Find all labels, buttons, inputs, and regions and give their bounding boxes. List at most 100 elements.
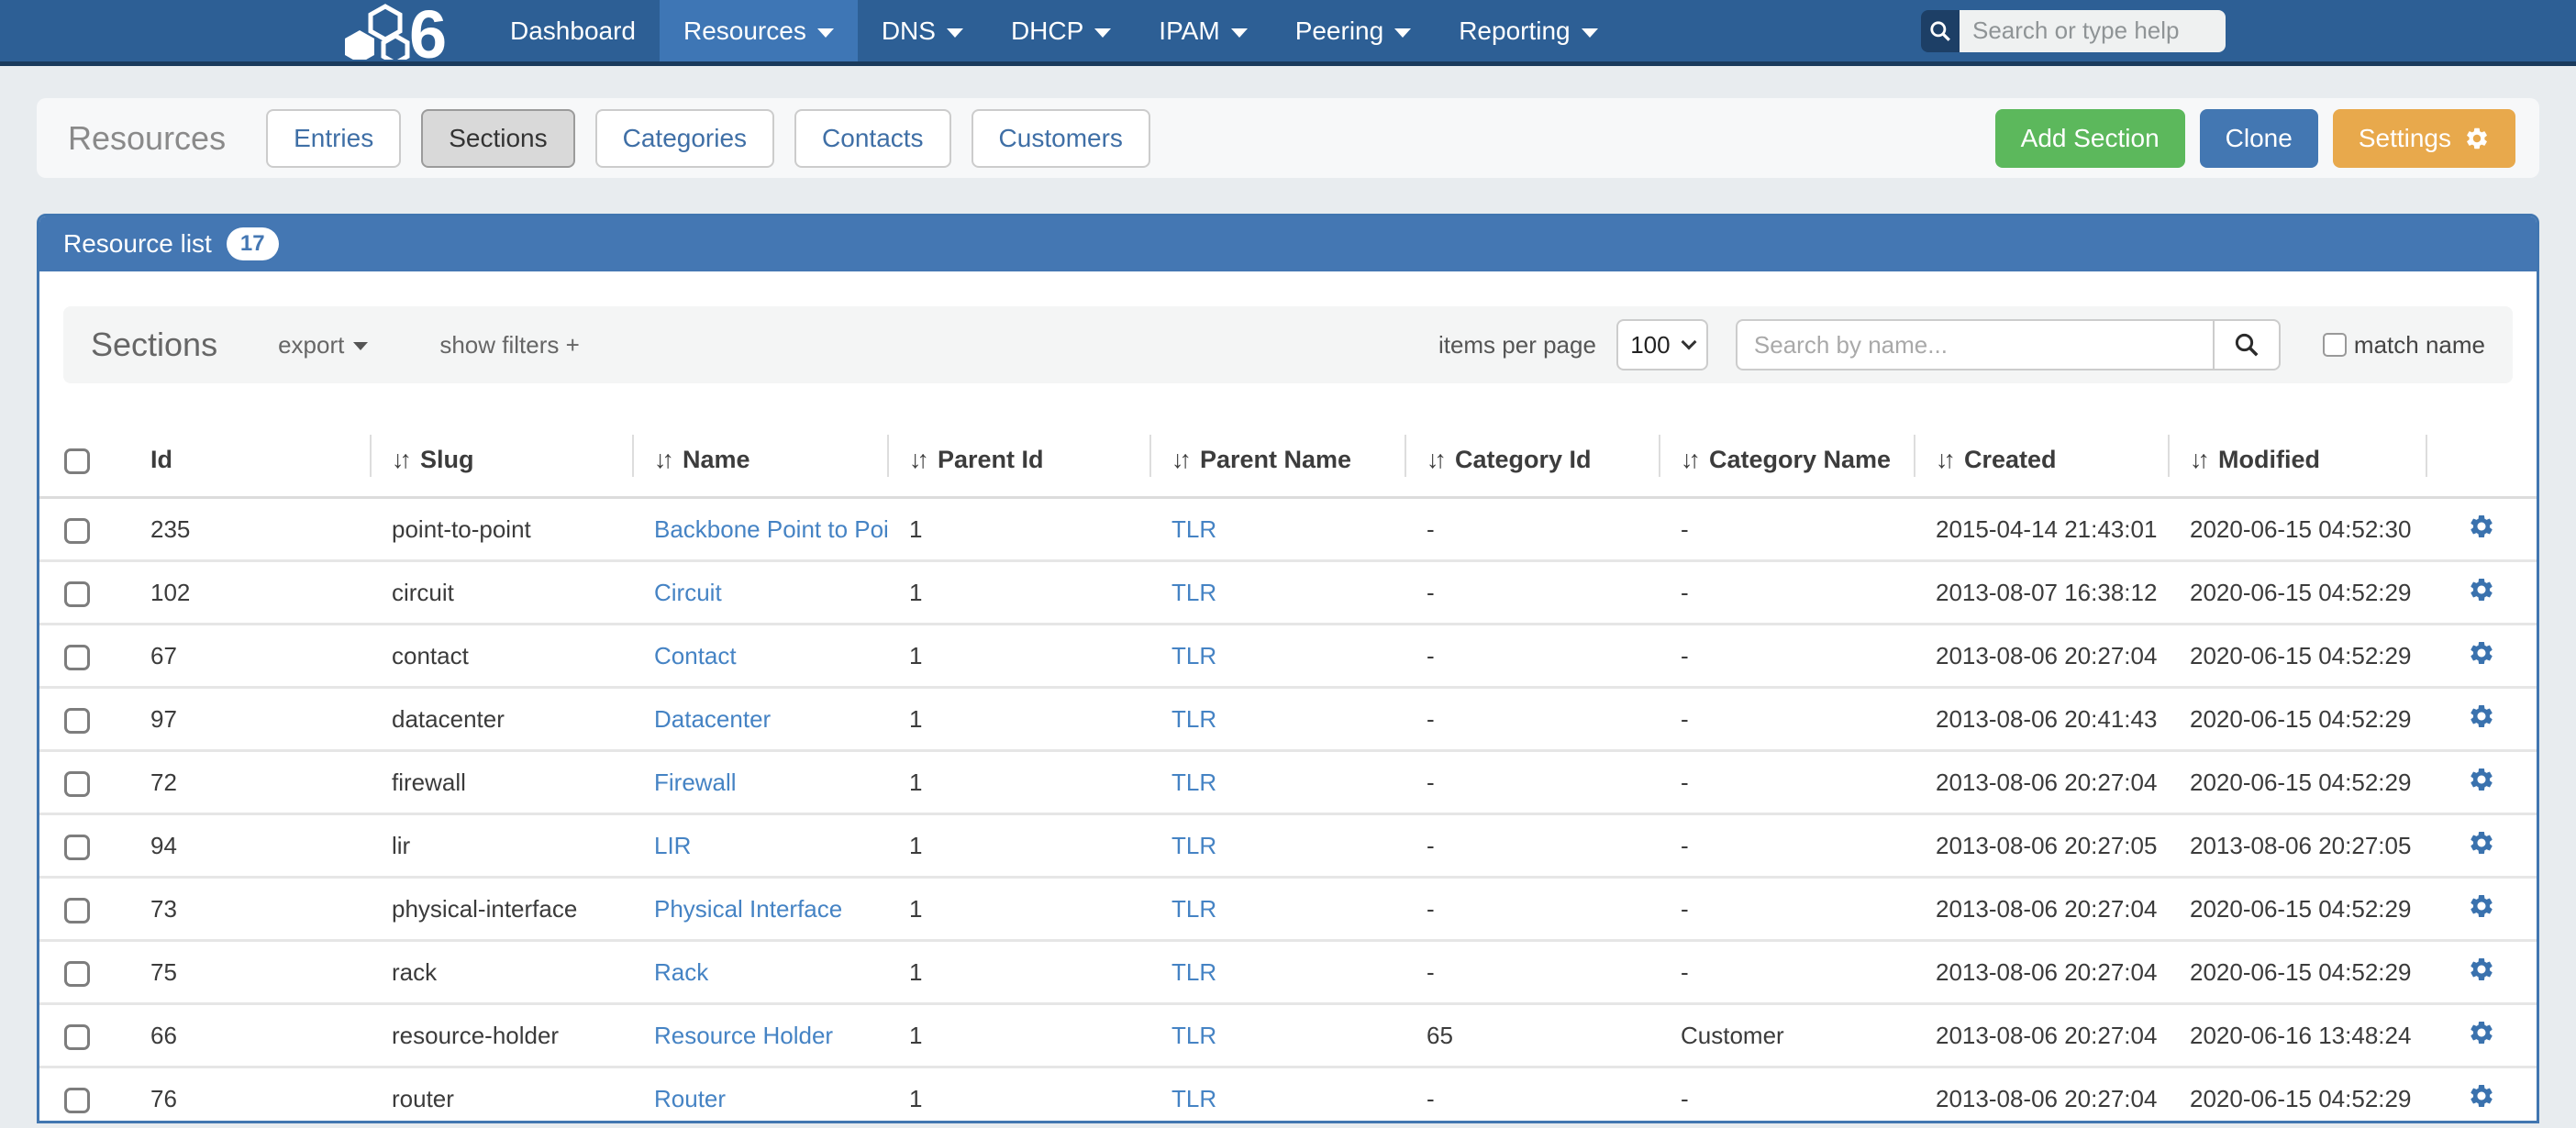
tab-customers[interactable]: Customers [972, 109, 1150, 168]
sort-icon: ↓↑ [1171, 446, 1187, 473]
nav-item-resources[interactable]: Resources [660, 0, 858, 61]
cell-slug: circuit [370, 561, 632, 625]
export-dropdown[interactable]: export [278, 331, 368, 359]
nav-item-label: Reporting [1459, 17, 1570, 46]
items-per-page-select[interactable]: 100 [1616, 319, 1708, 370]
cell-category-id: - [1405, 941, 1659, 1004]
global-search-input[interactable] [1960, 10, 2226, 52]
parent-link[interactable]: TLR [1171, 705, 1216, 733]
row-checkbox[interactable] [64, 708, 90, 734]
chevron-down-icon [1231, 28, 1248, 38]
add-section-button[interactable]: Add Section [1995, 109, 2185, 168]
tab-categories[interactable]: Categories [595, 109, 774, 168]
column-header-id: Id [128, 427, 370, 498]
column-header-category-id[interactable]: ↓↑Category Id [1405, 427, 1659, 498]
column-header-name[interactable]: ↓↑Name [632, 427, 887, 498]
section-link[interactable]: Backbone Point to Point [654, 515, 887, 543]
search-submit-button[interactable] [2213, 319, 2281, 370]
cell-parent-name: TLR [1149, 1067, 1405, 1124]
row-checkbox[interactable] [64, 961, 90, 987]
sixconnect-logo-icon[interactable]: 6 [338, 0, 466, 61]
tab-contacts[interactable]: Contacts [794, 109, 951, 168]
parent-link[interactable]: TLR [1171, 895, 1216, 923]
column-header-created[interactable]: ↓↑Created [1914, 427, 2168, 498]
column-header-modified[interactable]: ↓↑Modified [2168, 427, 2426, 498]
settings-button[interactable]: Settings [2333, 109, 2515, 168]
nav-item-dns[interactable]: DNS [858, 0, 987, 61]
parent-link[interactable]: TLR [1171, 515, 1216, 543]
table-row: 76routerRouter1TLR--2013-08-06 20:27:042… [39, 1067, 2537, 1124]
cell-created: 2013-08-06 20:27:04 [1914, 625, 2168, 688]
section-link[interactable]: Router [654, 1085, 726, 1112]
cell-parent-name: TLR [1149, 1004, 1405, 1067]
nav-item-dashboard[interactable]: Dashboard [486, 0, 660, 61]
row-checkbox[interactable] [64, 1024, 90, 1050]
row-checkbox[interactable] [64, 1088, 90, 1113]
row-gear-icon[interactable] [2468, 702, 2495, 730]
global-search-icon[interactable] [1921, 10, 1960, 52]
row-checkbox[interactable] [64, 898, 90, 923]
nav-item-peering[interactable]: Peering [1271, 0, 1436, 61]
row-gear-icon[interactable] [2468, 956, 2495, 983]
row-checkbox[interactable] [64, 581, 90, 607]
row-gear-icon[interactable] [2468, 1082, 2495, 1110]
parent-link[interactable]: TLR [1171, 769, 1216, 796]
search-by-name-input[interactable] [1736, 319, 2213, 370]
section-link[interactable]: Datacenter [654, 705, 771, 733]
select-all-checkbox[interactable] [64, 448, 90, 474]
column-header-category-name[interactable]: ↓↑Category Name [1659, 427, 1914, 498]
row-gear-icon[interactable] [2468, 1019, 2495, 1046]
sort-icon: ↓↑ [1936, 446, 1951, 473]
section-link[interactable]: Rack [654, 958, 708, 986]
row-checkbox[interactable] [64, 645, 90, 670]
nav-item-dhcp[interactable]: DHCP [987, 0, 1135, 61]
row-checkbox-cell [39, 878, 128, 941]
tab-sections[interactable]: Sections [421, 109, 574, 168]
parent-link[interactable]: TLR [1171, 642, 1216, 669]
cell-parent-id: 1 [887, 498, 1149, 561]
row-actions-cell [2426, 1067, 2537, 1124]
row-gear-icon[interactable] [2468, 639, 2495, 667]
cell-parent-id: 1 [887, 1067, 1149, 1124]
parent-link[interactable]: TLR [1171, 579, 1216, 606]
cell-created: 2013-08-06 20:27:04 [1914, 878, 2168, 941]
cell-category-id: - [1405, 814, 1659, 878]
parent-link[interactable]: TLR [1171, 832, 1216, 859]
row-gear-icon[interactable] [2468, 513, 2495, 540]
toolbar-actions: Add Section Clone Settings [1995, 109, 2515, 168]
cell-created: 2013-08-07 16:38:12 [1914, 561, 2168, 625]
sort-icon: ↓↑ [654, 446, 670, 473]
table-right-controls: items per page 100 match name [1438, 319, 2485, 370]
table-row: 72firewallFirewall1TLR--2013-08-06 20:27… [39, 751, 2537, 814]
clone-button[interactable]: Clone [2200, 109, 2318, 168]
row-checkbox-cell [39, 625, 128, 688]
row-gear-icon[interactable] [2468, 766, 2495, 793]
parent-link[interactable]: TLR [1171, 958, 1216, 986]
tab-entries[interactable]: Entries [266, 109, 401, 168]
resources-toolbar: Resources EntriesSectionsCategoriesConta… [37, 98, 2539, 178]
cell-id: 102 [128, 561, 370, 625]
row-gear-icon[interactable] [2468, 576, 2495, 603]
section-link[interactable]: Physical Interface [654, 895, 842, 923]
match-name-checkbox[interactable] [2323, 333, 2347, 357]
cell-name: Backbone Point to Point [632, 498, 887, 561]
column-header-slug[interactable]: ↓↑Slug [370, 427, 632, 498]
column-header-parent-id[interactable]: ↓↑Parent Id [887, 427, 1149, 498]
row-checkbox[interactable] [64, 518, 90, 544]
section-link[interactable]: LIR [654, 832, 691, 859]
row-gear-icon[interactable] [2468, 829, 2495, 857]
nav-item-reporting[interactable]: Reporting [1435, 0, 1621, 61]
section-link[interactable]: Circuit [654, 579, 722, 606]
section-link[interactable]: Contact [654, 642, 737, 669]
row-checkbox[interactable] [64, 771, 90, 797]
parent-link[interactable]: TLR [1171, 1085, 1216, 1112]
section-link[interactable]: Resource Holder [654, 1022, 833, 1049]
column-header-parent-name[interactable]: ↓↑Parent Name [1149, 427, 1405, 498]
row-checkbox[interactable] [64, 835, 90, 860]
cell-name: Contact [632, 625, 887, 688]
row-gear-icon[interactable] [2468, 892, 2495, 920]
nav-item-ipam[interactable]: IPAM [1135, 0, 1271, 61]
show-filters-toggle[interactable]: show filters + [439, 331, 579, 359]
section-link[interactable]: Firewall [654, 769, 737, 796]
parent-link[interactable]: TLR [1171, 1022, 1216, 1049]
